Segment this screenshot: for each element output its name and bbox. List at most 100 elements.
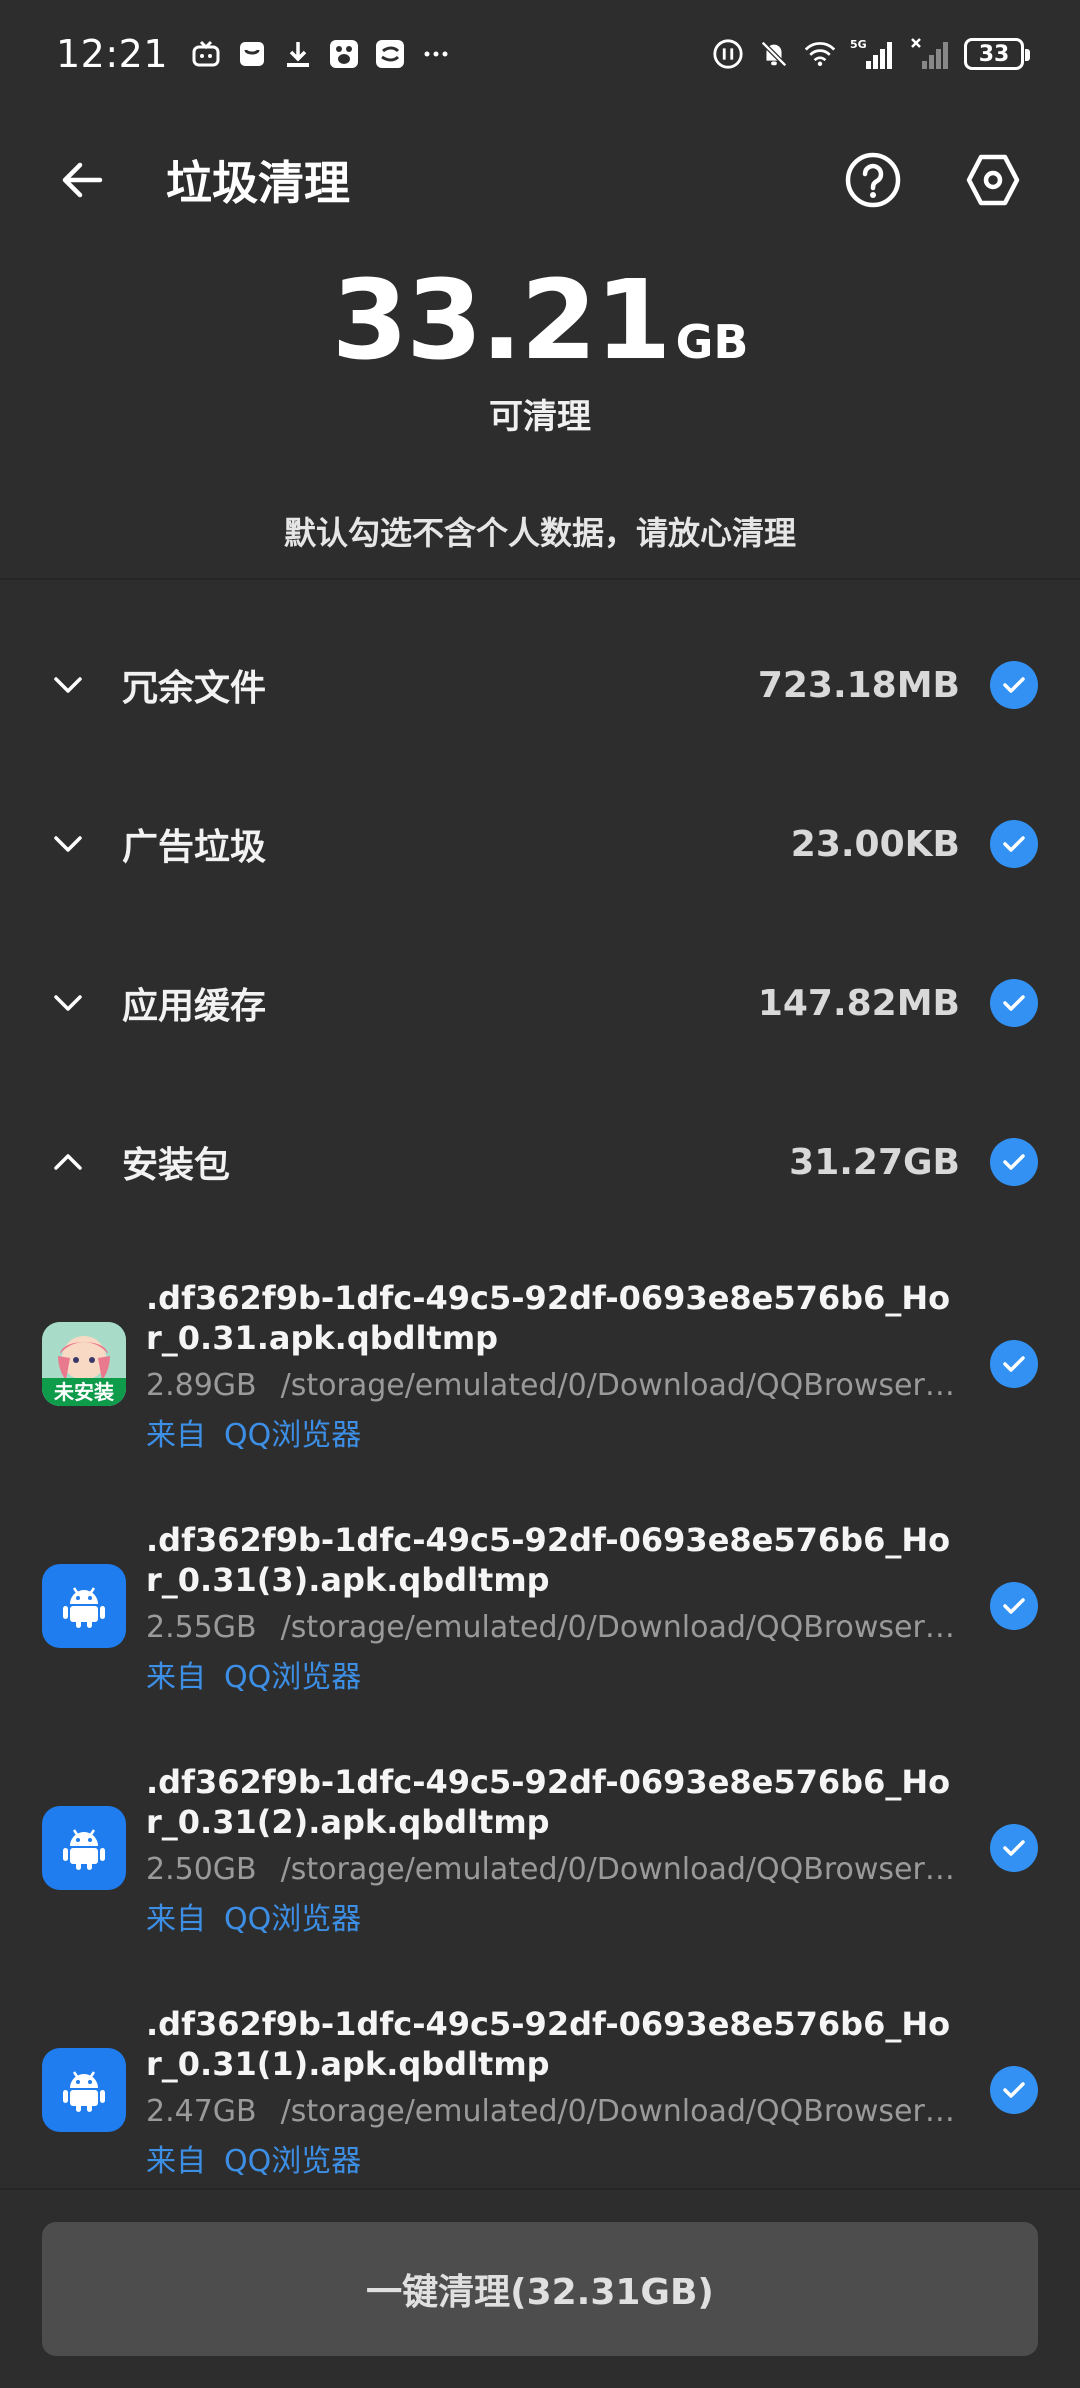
source-app-link[interactable]: QQ浏览器 <box>224 1660 361 1695</box>
status-right: 5G 33 <box>712 38 1030 70</box>
arrow-left-icon <box>62 162 103 198</box>
shopping-bag-icon <box>236 38 268 70</box>
cleanable-size-value: 33.21 <box>331 256 672 384</box>
signal-no-service-icon <box>910 38 950 70</box>
status-time: 12:21 <box>56 32 169 76</box>
category-label: 冗余文件 <box>122 668 267 709</box>
svg-text:5G: 5G <box>850 38 867 51</box>
source-prefix: 来自 <box>146 2144 206 2179</box>
android-icon <box>42 1806 126 1890</box>
checkmark-icon <box>1003 1840 1025 1856</box>
category-label: 广告垃圾 <box>122 827 267 868</box>
checkmark-icon <box>1003 836 1025 852</box>
app-header: 垃圾清理 <box>0 130 1080 230</box>
cleanable-size-unit: GB <box>675 315 749 369</box>
source-prefix: 来自 <box>146 1902 206 1937</box>
checkmark-icon <box>1003 677 1025 693</box>
chevron-down-icon <box>46 663 90 707</box>
divider <box>0 578 1080 580</box>
status-bar: 12:21 5G 33 <box>0 0 1080 108</box>
file-path: /storage/emulated/0/Download/QQBrowser/.… <box>280 2094 958 2129</box>
chevron-up-icon <box>46 1140 90 1184</box>
category-label: 安装包 <box>122 1145 231 1186</box>
hd-call-icon <box>712 38 744 70</box>
cleanable-size: 33.21 GB <box>332 265 749 375</box>
battery-indicator: 33 <box>964 38 1030 70</box>
file-list-item[interactable]: 未安装 .df362f9b-1dfc-49c5-92df-0693e8e576b… <box>0 1272 1080 1472</box>
file-checkbox[interactable] <box>990 1340 1038 1388</box>
category-label: 应用缓存 <box>122 986 267 1027</box>
file-meta: 2.50GB/storage/emulated/0/Download/QQBro… <box>146 1852 958 1887</box>
signal-5g-icon: 5G <box>850 38 896 70</box>
file-source: 来自 QQ浏览器 <box>146 1894 361 1938</box>
file-size: 2.89GB <box>146 1368 257 1403</box>
file-source: 来自 QQ浏览器 <box>146 1652 361 1696</box>
help-button[interactable] <box>838 145 908 215</box>
file-name: .df362f9b-1dfc-49c5-92df-0693e8e576b6_Ho… <box>146 2005 951 2083</box>
paw-icon <box>328 38 360 70</box>
file-meta: 2.47GB/storage/emulated/0/Download/QQBro… <box>146 2094 958 2129</box>
cleanable-label: 可清理 <box>489 397 591 437</box>
source-prefix: 来自 <box>146 1660 206 1695</box>
source-app-link[interactable]: QQ浏览器 <box>224 1418 361 1453</box>
file-list-item[interactable]: .df362f9b-1dfc-49c5-92df-0693e8e576b6_Ho… <box>0 1756 1080 1956</box>
download-icon <box>282 38 314 70</box>
file-name: .df362f9b-1dfc-49c5-92df-0693e8e576b6_Ho… <box>146 1279 951 1357</box>
anime-app-icon: 未安装 <box>42 1322 126 1406</box>
checkmark-icon <box>1003 995 1025 1011</box>
cleanable-summary: 33.21 GB 可清理 <box>0 265 1080 438</box>
chevron-down-icon <box>46 981 90 1025</box>
category-size: 723.18MB <box>757 664 960 706</box>
file-source: 来自 QQ浏览器 <box>146 1410 361 1454</box>
page-title: 垃圾清理 <box>166 156 350 210</box>
file-source: 来自 QQ浏览器 <box>146 2136 361 2180</box>
category-size: 23.00KB <box>790 823 960 865</box>
file-path: /storage/emulated/0/Download/QQBrowser/.… <box>280 1368 958 1403</box>
file-size: 2.47GB <box>146 2094 257 2129</box>
category-checkbox[interactable] <box>990 979 1038 1027</box>
checkmark-icon <box>1003 1598 1025 1614</box>
china-mobile-icon <box>374 38 406 70</box>
mute-bell-icon <box>758 38 790 70</box>
chevron-down-icon <box>46 822 90 866</box>
file-meta: 2.89GB/storage/emulated/0/Download/QQBro… <box>146 1368 958 1403</box>
file-size: 2.50GB <box>146 1852 257 1887</box>
file-size: 2.55GB <box>146 1610 257 1645</box>
one-click-clean-button[interactable]: 一键清理(32.31GB) <box>42 2222 1038 2356</box>
file-list-item[interactable]: .df362f9b-1dfc-49c5-92df-0693e8e576b6_Ho… <box>0 1514 1080 1714</box>
file-path: /storage/emulated/0/Download/QQBrowser/.… <box>280 1852 958 1887</box>
file-name: .df362f9b-1dfc-49c5-92df-0693e8e576b6_Ho… <box>146 1521 951 1599</box>
category-size: 147.82MB <box>757 982 960 1024</box>
category-ad-junk[interactable]: 广告垃圾 23.00KB <box>0 784 1080 904</box>
category-app-cache[interactable]: 应用缓存 147.82MB <box>0 943 1080 1063</box>
file-list-item[interactable]: .df362f9b-1dfc-49c5-92df-0693e8e576b6_Ho… <box>0 1998 1080 2198</box>
settings-hexagon-icon <box>966 154 1020 206</box>
file-meta: 2.55GB/storage/emulated/0/Download/QQBro… <box>146 1610 958 1645</box>
category-redundant-files[interactable]: 冗余文件 723.18MB <box>0 625 1080 745</box>
wifi-icon <box>804 38 836 70</box>
file-checkbox[interactable] <box>990 2066 1038 2114</box>
file-checkbox[interactable] <box>990 1824 1038 1872</box>
category-install-packages[interactable]: 安装包 31.27GB <box>0 1102 1080 1222</box>
back-button[interactable] <box>52 150 112 210</box>
category-checkbox[interactable] <box>990 820 1038 868</box>
bottom-divider <box>0 2188 1080 2190</box>
category-checkbox[interactable] <box>990 661 1038 709</box>
android-icon <box>42 1564 126 1648</box>
source-app-link[interactable]: QQ浏览器 <box>224 1902 361 1937</box>
tv-icon <box>190 38 222 70</box>
checkmark-icon <box>1003 2082 1025 2098</box>
category-checkbox[interactable] <box>990 1138 1038 1186</box>
source-prefix: 来自 <box>146 1418 206 1453</box>
android-icon <box>42 2048 126 2132</box>
source-app-link[interactable]: QQ浏览器 <box>224 2144 361 2179</box>
file-name: .df362f9b-1dfc-49c5-92df-0693e8e576b6_Ho… <box>146 1763 951 1841</box>
more-icon <box>420 38 452 70</box>
file-path: /storage/emulated/0/Download/QQBrowser/.… <box>280 1610 958 1645</box>
checkmark-icon <box>1003 1154 1025 1170</box>
file-checkbox[interactable] <box>990 1582 1038 1630</box>
not-installed-badge: 未安装 <box>42 1378 126 1406</box>
category-size: 31.27GB <box>789 1141 960 1183</box>
status-left: 12:21 <box>56 32 452 76</box>
settings-button[interactable] <box>958 145 1028 215</box>
